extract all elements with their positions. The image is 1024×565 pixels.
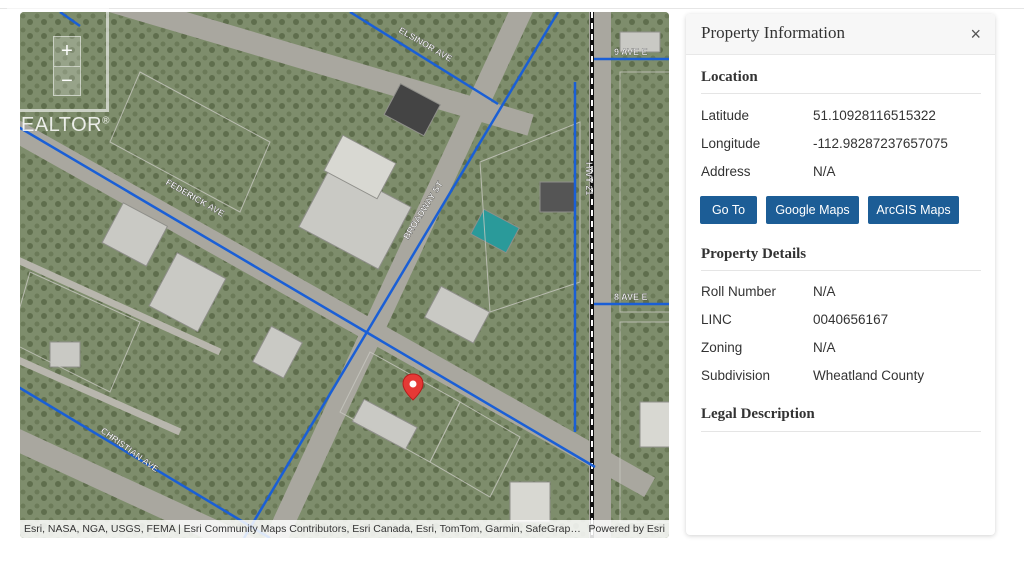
details-divider <box>701 270 981 271</box>
location-divider <box>701 93 981 94</box>
longitude-value: -112.98287237657075 <box>813 136 948 151</box>
property-info-panel: Property Information × Location Latitude… <box>686 14 995 535</box>
top-divider <box>0 8 1024 9</box>
roll-number-label: Roll Number <box>701 284 777 299</box>
linc-label: LINC <box>701 312 732 327</box>
roll-number-value: N/A <box>813 284 836 299</box>
zoning-value: N/A <box>813 340 836 355</box>
subdivision-label: Subdivision <box>701 368 771 383</box>
close-icon[interactable]: × <box>970 24 981 44</box>
details-section-title: Property Details <box>701 246 807 262</box>
address-value: N/A <box>813 164 836 179</box>
latitude-value: 51.10928116515322 <box>813 108 936 123</box>
longitude-label: Longitude <box>701 136 761 151</box>
map-view[interactable]: ELSINOR AVE 9 AVE E FEDERICK AVE BROADWA… <box>20 12 669 538</box>
legal-divider <box>701 431 981 432</box>
attribution-text: Esri, NASA, NGA, USGS, FEMA | Esri Commu… <box>24 523 581 535</box>
zoning-label: Zoning <box>701 340 743 355</box>
google-maps-button[interactable]: Google Maps <box>766 196 859 224</box>
zoom-in-button[interactable]: + <box>54 37 80 66</box>
arcgis-maps-button[interactable]: ArcGIS Maps <box>868 196 959 224</box>
go-to-button[interactable]: Go To <box>700 196 757 224</box>
panel-title: Property Information <box>701 23 845 42</box>
street-label-9ave: 9 AVE E <box>614 47 648 57</box>
zoom-control: + − <box>53 36 81 96</box>
linc-value: 0040656167 <box>813 312 889 327</box>
panel-header: Property Information × <box>686 14 995 55</box>
subdivision-value: Wheatland County <box>813 368 925 383</box>
map-attribution: Esri, NASA, NGA, USGS, FEMA | Esri Commu… <box>20 520 669 538</box>
latitude-label: Latitude <box>701 108 750 123</box>
location-section-title: Location <box>701 69 758 85</box>
address-label: Address <box>701 164 751 179</box>
street-label-hwy21: HWY 21 <box>584 162 594 195</box>
satellite-imagery: ELSINOR AVE 9 AVE E FEDERICK AVE BROADWA… <box>20 12 669 538</box>
legal-section-title: Legal Description <box>701 406 815 422</box>
street-label-8ave: 8 AVE E <box>614 292 648 302</box>
zoom-out-button[interactable]: − <box>54 66 80 96</box>
powered-by-esri-link[interactable]: Powered by Esri <box>589 520 665 538</box>
